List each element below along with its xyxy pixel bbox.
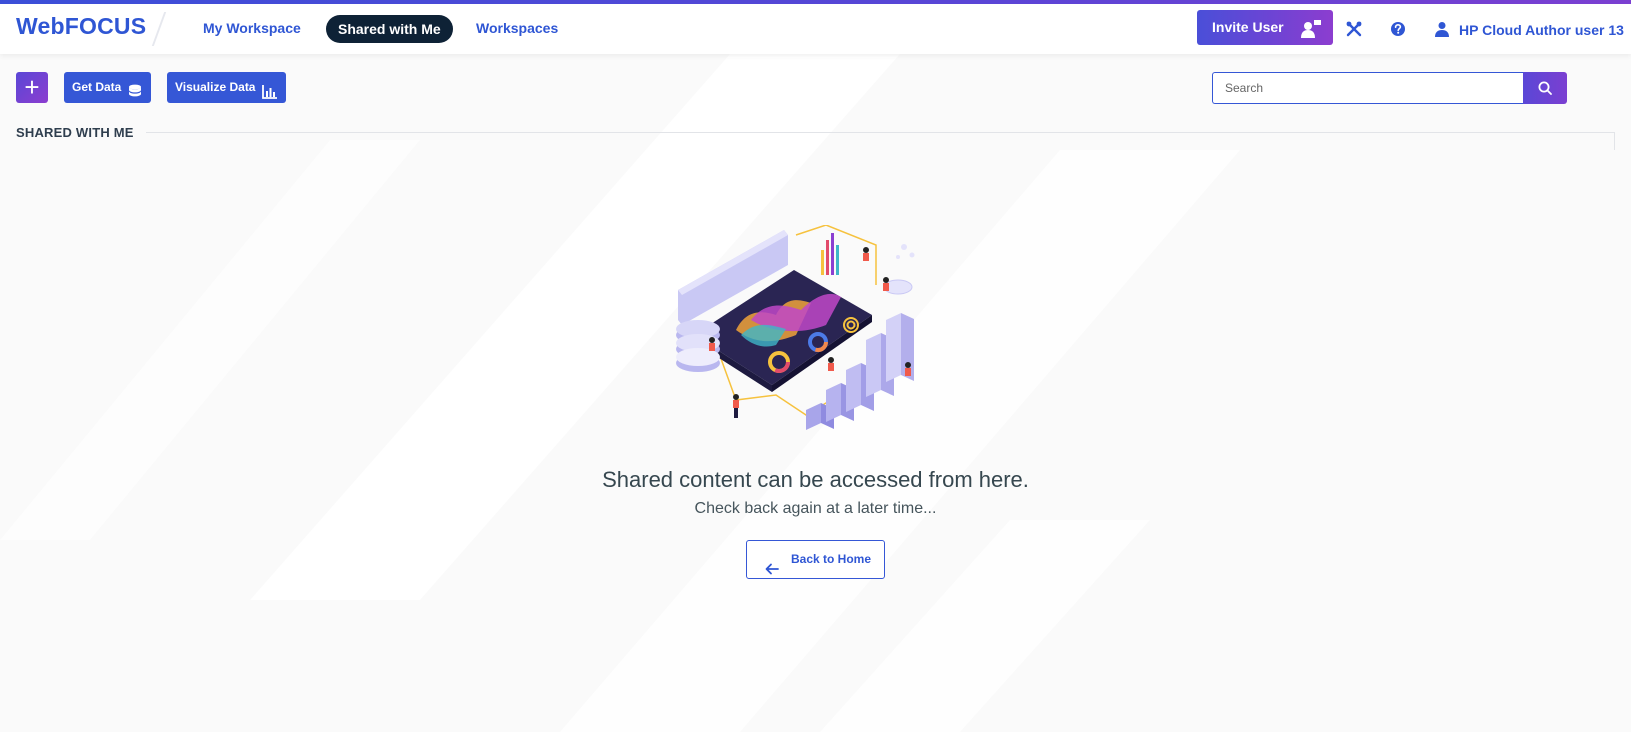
search-bar xyxy=(1212,72,1567,104)
search-button[interactable] xyxy=(1523,72,1567,104)
brand-logo[interactable]: WebFOCUS xyxy=(16,13,146,40)
brand-divider xyxy=(151,12,167,46)
search-icon xyxy=(1538,81,1552,95)
nav-workspaces[interactable]: Workspaces xyxy=(476,16,558,44)
empty-state-title: Shared content can be accessed from here… xyxy=(602,467,1029,492)
user-icon xyxy=(1435,21,1449,42)
database-icon xyxy=(128,80,142,111)
back-to-home-button[interactable]: Back to Home xyxy=(746,540,885,579)
section-divider-end xyxy=(1614,132,1615,150)
arrow-left-icon xyxy=(765,553,779,590)
section-title: SHARED WITH ME xyxy=(16,125,134,140)
invite-user-label: Invite User xyxy=(1212,19,1284,35)
visualize-data-button[interactable]: Visualize Data xyxy=(167,72,286,103)
search-input[interactable] xyxy=(1212,72,1524,104)
back-to-home-label: Back to Home xyxy=(791,552,872,566)
nav-shared-with-me[interactable]: Shared with Me xyxy=(326,15,453,43)
app-page: WebFOCUS My Workspace Shared with Me Wor… xyxy=(0,0,1631,732)
top-navigation-bar: WebFOCUS My Workspace Shared with Me Wor… xyxy=(0,0,1631,54)
get-data-button[interactable]: Get Data xyxy=(64,72,151,103)
empty-state-subtitle: Check back again at a later time... xyxy=(694,500,937,517)
nav-my-workspace[interactable]: My Workspace xyxy=(203,16,301,44)
add-user-icon xyxy=(1301,17,1321,51)
empty-state-illustration xyxy=(676,225,915,430)
tools-icon[interactable] xyxy=(1345,20,1365,40)
section-divider xyxy=(146,132,1615,133)
top-accent-strip xyxy=(0,0,1631,4)
create-new-button[interactable]: + xyxy=(16,72,48,103)
user-name: HP Cloud Author user 13 xyxy=(1459,22,1624,38)
get-data-label: Get Data xyxy=(72,80,122,94)
invite-user-button[interactable]: Invite User xyxy=(1197,10,1333,45)
bar-chart-icon xyxy=(262,80,277,111)
help-icon[interactable] xyxy=(1389,20,1409,40)
visualize-data-label: Visualize Data xyxy=(175,80,256,94)
